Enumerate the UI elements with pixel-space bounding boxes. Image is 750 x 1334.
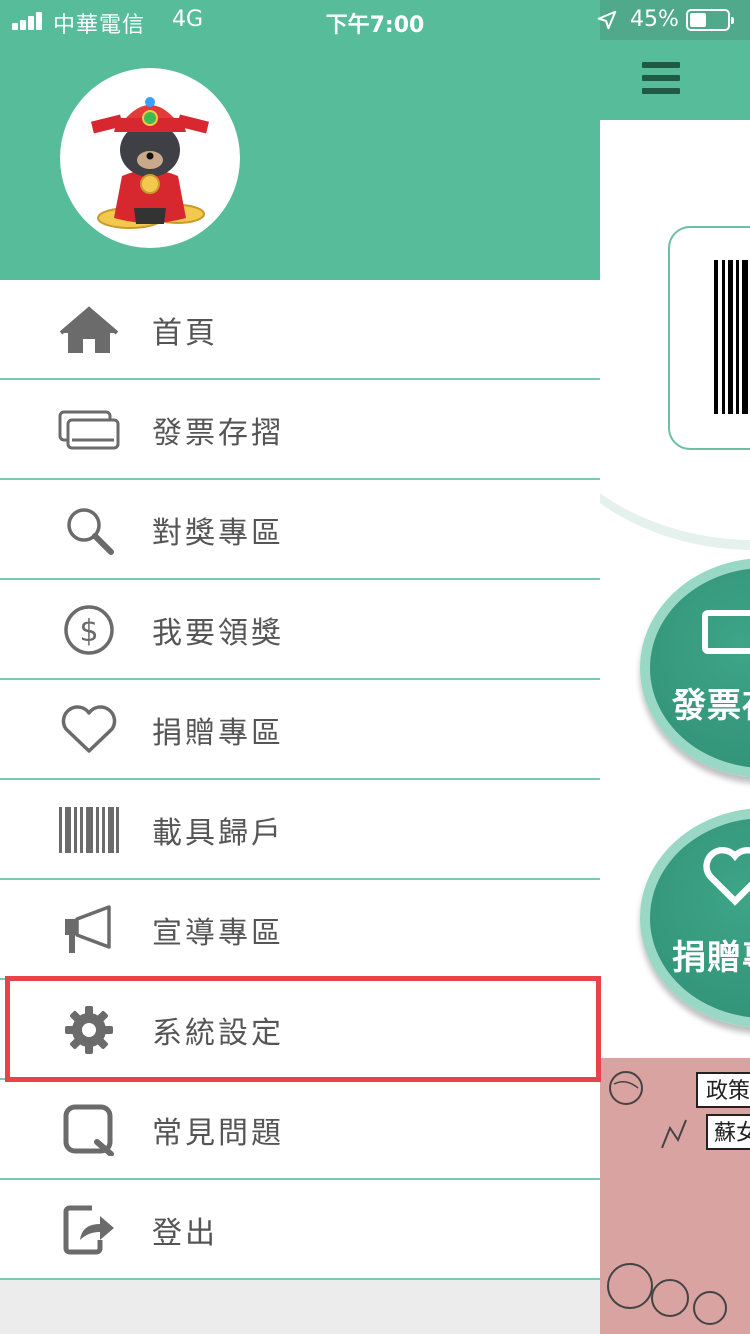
megaphone-icon — [58, 904, 120, 956]
dollar-icon: $ — [58, 604, 120, 656]
invoice-book-button-label: 發票存 — [672, 686, 750, 726]
menu-item-donation[interactable]: 捐贈專區 — [0, 680, 600, 780]
menu-item-label: 宣導專區 — [152, 916, 284, 951]
banner-text-box: 蘇女 — [706, 1114, 750, 1150]
invoice-book-circle-button[interactable] — [640, 558, 750, 778]
location-arrow-icon — [597, 10, 617, 30]
drawer-menu: 首頁 發票存摺 對獎專區 $ 我要領獎 捐贈專區 載具歸戶 宣導專區 系統設定 … — [0, 280, 600, 1280]
gear-icon — [58, 1004, 120, 1056]
menu-item-prize-check[interactable]: 對獎專區 — [0, 480, 600, 580]
home-icon — [58, 304, 120, 356]
banner-text-box: 政策 — [696, 1072, 750, 1108]
invoice-icon — [702, 610, 750, 654]
menu-item-label: 捐贈專區 — [152, 716, 284, 751]
logout-icon — [58, 1204, 120, 1256]
battery-percentage: 45% — [630, 7, 679, 32]
menu-item-label: 我要領獎 — [152, 616, 284, 651]
avatar[interactable] — [60, 68, 240, 248]
hamburger-icon[interactable] — [642, 62, 680, 96]
status-bar: 中華電信 4G 下午7:00 45% — [0, 0, 750, 40]
drawer-header — [0, 0, 600, 280]
mascot-bear-icon — [90, 97, 210, 229]
menu-item-label: 登出 — [152, 1216, 218, 1251]
donation-button-label: 捐贈專 — [672, 938, 750, 978]
menu-item-settings[interactable]: 系統設定 — [0, 980, 600, 1080]
menu-item-label: 首頁 — [152, 316, 218, 351]
battery-icon — [686, 9, 734, 31]
cards-icon — [58, 404, 120, 456]
menu-item-label: 載具歸戶 — [152, 816, 284, 851]
navigation-drawer: 首頁 發票存摺 對獎專區 $ 我要領獎 捐贈專區 載具歸戶 宣導專區 系統設定 … — [0, 0, 600, 1334]
menu-item-label: 對獎專區 — [152, 516, 284, 551]
menu-item-faq[interactable]: 常見問題 — [0, 1080, 600, 1180]
heart-icon — [703, 847, 750, 906]
menu-item-label: 發票存摺 — [152, 416, 284, 451]
search-icon — [58, 504, 120, 556]
menu-item-logout[interactable]: 登出 — [0, 1180, 600, 1280]
barcode-graphic — [714, 260, 750, 414]
menu-item-home[interactable]: 首頁 — [0, 280, 600, 380]
menu-item-invoice-book[interactable]: 發票存摺 — [0, 380, 600, 480]
question-icon — [58, 1104, 120, 1156]
menu-item-label: 系統設定 — [152, 1016, 284, 1051]
heart-icon — [58, 704, 120, 756]
menu-item-carrier[interactable]: 載具歸戶 — [0, 780, 600, 880]
menu-item-promotion[interactable]: 宣導專區 — [0, 880, 600, 980]
menu-item-claim-prize[interactable]: $ 我要領獎 — [0, 580, 600, 680]
svg-text:$: $ — [79, 614, 98, 649]
barcode-icon — [58, 804, 120, 856]
menu-item-label: 常見問題 — [152, 1116, 284, 1151]
